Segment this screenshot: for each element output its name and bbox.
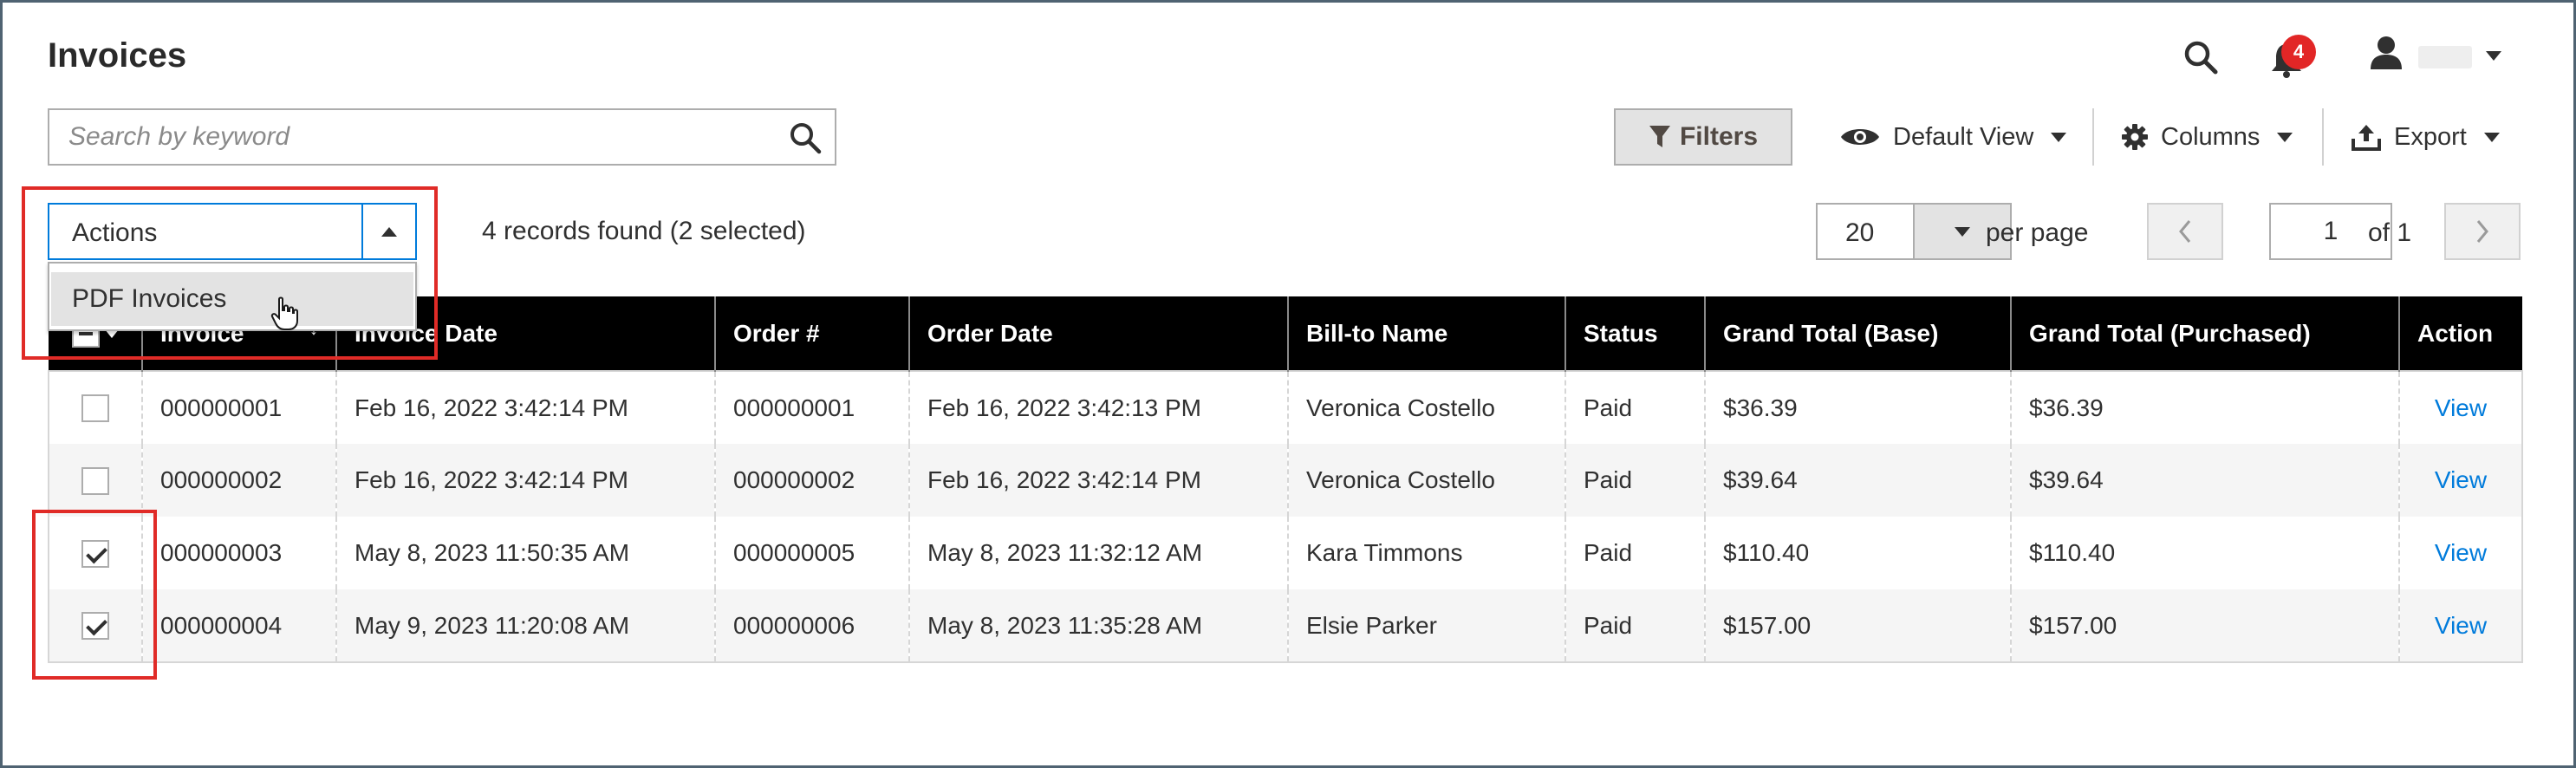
cell-invoice-date: May 9, 2023 11:20:08 AM	[335, 589, 715, 662]
columns-dropdown[interactable]: Columns	[2121, 108, 2293, 166]
per-page-select[interactable]: 20	[1816, 203, 2012, 260]
cell-order-number: 000000001	[714, 371, 909, 444]
cell-invoice: 000000004	[141, 589, 336, 662]
cell-order-date: May 8, 2023 11:35:28 AM	[908, 589, 1288, 662]
table-row: 000000004 May 9, 2023 11:20:08 AM 000000…	[49, 589, 2522, 662]
search-input[interactable]	[49, 110, 777, 164]
actions-toggle[interactable]	[361, 205, 415, 258]
hand-cursor-icon	[270, 296, 298, 330]
cell-invoice: 000000003	[141, 517, 336, 589]
col-header-bill-to-name[interactable]: Bill-to Name	[1287, 296, 1565, 371]
cell-status: Paid	[1564, 517, 1705, 589]
search-icon[interactable]	[2182, 39, 2219, 75]
cell-invoice-date: Feb 16, 2022 3:42:14 PM	[335, 444, 715, 517]
user-name[interactable]	[2418, 46, 2472, 68]
table-row: 000000001 Feb 16, 2022 3:42:14 PM 000000…	[49, 371, 2522, 444]
page-total-label: of 1	[2368, 218, 2412, 247]
export-icon	[2352, 125, 2381, 151]
page-title: Invoices	[48, 36, 187, 75]
cell-grand-total-purchased: $157.00	[2010, 589, 2399, 662]
export-dropdown[interactable]: Export	[2351, 108, 2500, 166]
per-page-label: per page	[1986, 218, 2089, 247]
view-link[interactable]: View	[2435, 612, 2487, 639]
col-header-order-date[interactable]: Order Date	[908, 296, 1288, 371]
actions-label: Actions	[72, 218, 158, 247]
chevron-down-icon	[2483, 132, 2500, 142]
cell-bill-to-name: Veronica Costello	[1287, 371, 1565, 444]
cell-status: Paid	[1564, 444, 1705, 517]
view-link[interactable]: View	[2435, 466, 2487, 493]
cell-grand-total-base: $110.40	[1704, 517, 2011, 589]
chevron-right-icon	[2476, 220, 2488, 243]
cell-invoice-date: May 8, 2023 11:50:35 AM	[335, 517, 715, 589]
cell-order-number: 000000006	[714, 589, 909, 662]
cell-invoice: 000000002	[141, 444, 336, 517]
cell-status: Paid	[1564, 589, 1705, 662]
gear-icon	[2122, 124, 2148, 150]
actions-select[interactable]: Actions	[48, 203, 417, 260]
table-row: 000000002 Feb 16, 2022 3:42:14 PM 000000…	[49, 444, 2522, 517]
default-view-dropdown[interactable]: Default View	[1839, 108, 2067, 166]
invoices-grid: Invoice↓ Invoice Date Order # Order Date…	[48, 296, 2523, 663]
chevron-down-icon	[2277, 132, 2293, 142]
cell-grand-total-purchased: $39.64	[2010, 444, 2399, 517]
actions-menu-item-pdf-invoices[interactable]: PDF Invoices	[51, 272, 413, 326]
row-checkbox[interactable]	[81, 466, 109, 495]
actions-menu: PDF Invoices	[48, 262, 417, 331]
per-page-value: 20	[1845, 218, 1875, 247]
cell-bill-to-name: Veronica Costello	[1287, 444, 1565, 517]
chevron-left-icon	[2179, 220, 2191, 243]
eye-icon	[1841, 129, 1879, 145]
toolbar-divider	[2322, 108, 2324, 166]
funnel-icon	[1649, 126, 1670, 147]
notification-badge[interactable]: 4	[2281, 35, 2316, 69]
view-link[interactable]: View	[2435, 539, 2487, 566]
cell-grand-total-base: $39.64	[1704, 444, 2011, 517]
row-checkbox[interactable]	[81, 394, 109, 423]
chevron-up-icon	[381, 226, 397, 237]
search-box	[48, 108, 836, 166]
row-checkbox[interactable]	[81, 612, 109, 641]
previous-page-button[interactable]	[2147, 203, 2223, 260]
export-label: Export	[2394, 122, 2467, 151]
search-submit-icon[interactable]	[788, 120, 823, 155]
chevron-down-icon	[1955, 226, 1970, 237]
cell-order-number: 000000002	[714, 444, 909, 517]
filters-button[interactable]: Filters	[1614, 108, 1792, 166]
cell-order-date: Feb 16, 2022 3:42:14 PM	[908, 444, 1288, 517]
cell-bill-to-name: Elsie Parker	[1287, 589, 1565, 662]
filters-label: Filters	[1679, 122, 1759, 151]
grid-header-row: Invoice↓ Invoice Date Order # Order Date…	[49, 296, 2522, 371]
cell-invoice: 000000001	[141, 371, 336, 444]
cell-invoice-date: Feb 16, 2022 3:42:14 PM	[335, 371, 715, 444]
col-header-status[interactable]: Status	[1564, 296, 1705, 371]
table-row: 000000003 May 8, 2023 11:50:35 AM 000000…	[49, 517, 2522, 589]
user-icon[interactable]	[2369, 35, 2404, 71]
cell-order-number: 000000005	[714, 517, 909, 589]
cell-order-date: Feb 16, 2022 3:42:13 PM	[908, 371, 1288, 444]
cell-grand-total-purchased: $36.39	[2010, 371, 2399, 444]
col-header-grand-total-purchased[interactable]: Grand Total (Purchased)	[2010, 296, 2399, 371]
col-header-grand-total-base[interactable]: Grand Total (Base)	[1704, 296, 2011, 371]
cell-grand-total-base: $36.39	[1704, 371, 2011, 444]
default-view-label: Default View	[1893, 122, 2034, 151]
cell-grand-total-base: $157.00	[1704, 589, 2011, 662]
cell-bill-to-name: Kara Timmons	[1287, 517, 1565, 589]
col-header-action: Action	[2398, 296, 2522, 371]
chevron-down-icon	[2051, 132, 2067, 142]
row-checkbox[interactable]	[81, 539, 109, 568]
cell-grand-total-purchased: $110.40	[2010, 517, 2399, 589]
col-header-order-number[interactable]: Order #	[714, 296, 909, 371]
toolbar-divider	[2092, 108, 2094, 166]
view-link[interactable]: View	[2435, 394, 2487, 421]
next-page-button[interactable]	[2444, 203, 2521, 260]
user-menu-chevron-icon[interactable]	[2486, 51, 2501, 61]
cell-order-date: May 8, 2023 11:32:12 AM	[908, 517, 1288, 589]
records-found-text: 4 records found (2 selected)	[482, 217, 806, 245]
cell-status: Paid	[1564, 371, 1705, 444]
columns-label: Columns	[2161, 122, 2261, 151]
